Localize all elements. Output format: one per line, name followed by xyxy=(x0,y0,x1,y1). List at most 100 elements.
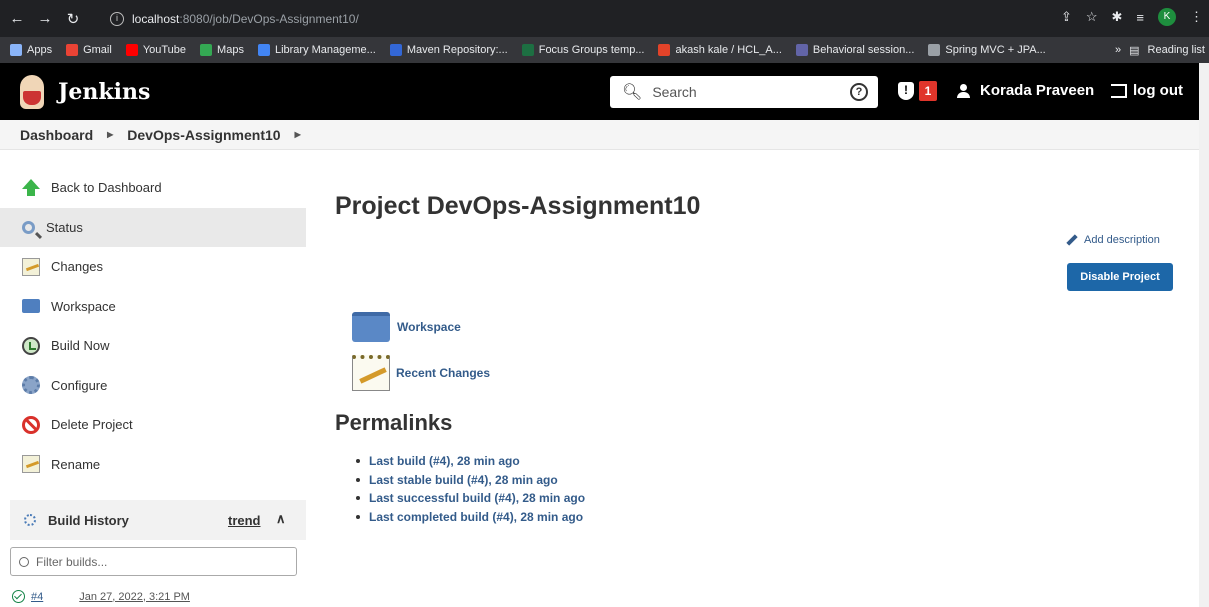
bullet-icon xyxy=(356,514,360,519)
build-history-title: Build History xyxy=(48,512,129,528)
sidebar-item-label: Back to Dashboard xyxy=(51,180,162,196)
bookmark-label: YouTube xyxy=(142,44,187,56)
logout-label[interactable]: log out xyxy=(1133,82,1183,99)
sidebar-item-configure[interactable]: Configure xyxy=(0,366,306,406)
help-icon[interactable]: ? xyxy=(850,83,868,101)
bookmark-label: Spring MVC + JPA... xyxy=(945,44,1046,56)
permalink-item[interactable]: Last build (#4), 28 min ago xyxy=(356,452,585,471)
trend-link[interactable]: trend xyxy=(228,513,261,528)
permalink-item[interactable]: Last completed build (#4), 28 min ago xyxy=(356,508,585,527)
app-title[interactable]: Jenkins xyxy=(58,79,150,105)
bookmark-label: Maven Repository:... xyxy=(406,44,508,56)
notepad-icon xyxy=(22,455,40,474)
breadcrumb-dropdown-icon[interactable]: ▶ xyxy=(295,130,301,139)
sidebar-item-label: Status xyxy=(46,219,83,235)
security-count-badge[interactable]: 1 xyxy=(919,81,937,101)
workspace-link[interactable]: Workspace xyxy=(352,312,461,342)
user-name[interactable]: Korada Praveen xyxy=(980,82,1094,99)
collapse-caret-icon[interactable]: ∧ xyxy=(276,511,286,527)
reading-list-icon: ▤ xyxy=(1129,44,1140,57)
extensions-puzzle-icon[interactable]: ✱ xyxy=(1112,9,1123,25)
bookmark-item[interactable]: Behavioral session... xyxy=(795,44,914,56)
filter-builds-input[interactable]: Filter builds... xyxy=(10,547,297,576)
build-history-header: Build History trend ∧ xyxy=(10,500,306,540)
add-description-link[interactable]: Add description xyxy=(1066,234,1160,246)
bookmark-item[interactable]: akash kale / HCL_A... xyxy=(658,44,782,56)
reading-mode-icon[interactable]: ≡ xyxy=(1136,10,1144,25)
sidebar-item-label: Build Now xyxy=(51,338,110,354)
bullet-icon xyxy=(356,459,360,464)
address-bar[interactable]: i localhost:8080/job/DevOps-Assignment10… xyxy=(110,6,1070,32)
sidebar-item-delete-project[interactable]: Delete Project xyxy=(0,405,306,445)
site-info-icon[interactable]: i xyxy=(110,12,124,26)
sidebar: Back to Dashboard Status Changes Workspa… xyxy=(0,168,306,484)
bookmark-label: akash kale / HCL_A... xyxy=(675,44,782,56)
search-box[interactable]: 🔍︎ Search ? xyxy=(610,76,878,108)
folder-icon xyxy=(22,299,40,314)
chrome-menu-icon[interactable]: ⋮ xyxy=(1190,9,1203,25)
disable-project-button[interactable]: Disable Project xyxy=(1067,263,1173,291)
permalinks-list: Last build (#4), 28 min ago Last stable … xyxy=(356,452,585,526)
build-row[interactable]: #4 Jan 27, 2022, 3:21 PM xyxy=(12,590,190,603)
permalink-link[interactable]: Last stable build (#4), 28 min ago xyxy=(369,473,558,487)
url-path: :8080/job/DevOps-Assignment10/ xyxy=(179,12,359,26)
sidebar-item-label: Delete Project xyxy=(51,417,133,433)
bookmark-item[interactable]: Gmail xyxy=(66,44,112,56)
sidebar-item-rename[interactable]: Rename xyxy=(0,445,306,485)
build-history-icon xyxy=(24,514,36,526)
bookmark-favicon-icon xyxy=(389,44,402,56)
user-menu[interactable]: Korada Praveen xyxy=(956,82,1094,99)
breadcrumb-separator-icon[interactable]: ▶ xyxy=(107,130,113,139)
page-scrollbar[interactable] xyxy=(1199,63,1209,607)
bookmark-item[interactable]: Apps xyxy=(10,44,52,56)
bookmark-favicon-icon xyxy=(658,44,671,56)
profile-avatar[interactable]: K xyxy=(1158,8,1176,26)
bookmark-star-icon[interactable]: ☆ xyxy=(1086,9,1098,25)
permalinks-heading: Permalinks xyxy=(335,410,453,435)
bookmark-item[interactable]: Focus Groups temp... xyxy=(521,44,644,56)
sidebar-item-build-now[interactable]: Build Now xyxy=(0,326,306,366)
ban-icon xyxy=(22,415,40,434)
breadcrumb: Dashboard ▶ DevOps-Assignment10 ▶ xyxy=(0,120,1209,150)
bookmarks-overflow-button[interactable]: » xyxy=(1115,44,1121,56)
reading-list-button[interactable]: Reading list xyxy=(1148,44,1205,56)
add-description-label[interactable]: Add description xyxy=(1084,234,1160,246)
jenkins-logo-icon[interactable] xyxy=(20,74,44,109)
workspace-link-label[interactable]: Workspace xyxy=(397,320,461,334)
logout-link[interactable]: log out xyxy=(1111,82,1183,99)
bookmark-item[interactable]: Library Manageme... xyxy=(257,44,376,56)
build-date-link[interactable]: Jan 27, 2022, 3:21 PM xyxy=(79,591,190,603)
permalink-link[interactable]: Last successful build (#4), 28 min ago xyxy=(369,491,585,505)
sidebar-item-back-to-dashboard[interactable]: Back to Dashboard xyxy=(0,168,306,208)
forward-arrow-icon[interactable]: → xyxy=(34,10,56,27)
build-number-link[interactable]: #4 xyxy=(31,591,43,603)
search-icon: 🔍︎ xyxy=(622,84,643,101)
browser-actions: ⇪ ☆ ✱ ≡ K ⋮ xyxy=(1061,8,1203,26)
breadcrumb-job[interactable]: DevOps-Assignment10 xyxy=(127,127,280,143)
breadcrumb-dashboard[interactable]: Dashboard xyxy=(20,127,93,143)
permalink-link[interactable]: Last completed build (#4), 28 min ago xyxy=(369,510,583,524)
sidebar-item-workspace[interactable]: Workspace xyxy=(0,287,306,327)
bookmark-label: Maps xyxy=(217,44,244,56)
bullet-icon xyxy=(356,496,360,501)
recent-changes-link[interactable]: Recent Changes xyxy=(352,355,490,391)
back-arrow-icon[interactable]: ← xyxy=(6,10,28,27)
bookmark-favicon-icon xyxy=(521,44,534,56)
sidebar-item-changes[interactable]: Changes xyxy=(0,247,306,287)
bookmark-item[interactable]: Spring MVC + JPA... xyxy=(928,44,1046,56)
search-input[interactable]: Search xyxy=(652,84,696,100)
bookmark-item[interactable]: Maps xyxy=(200,44,244,56)
user-icon xyxy=(956,83,970,98)
bookmark-item[interactable]: Maven Repository:... xyxy=(389,44,508,56)
recent-changes-link-label[interactable]: Recent Changes xyxy=(396,366,490,380)
share-icon[interactable]: ⇪ xyxy=(1061,9,1072,25)
permalink-item[interactable]: Last stable build (#4), 28 min ago xyxy=(356,471,585,490)
security-shield-icon[interactable]: ! xyxy=(898,82,914,100)
permalink-item[interactable]: Last successful build (#4), 28 min ago xyxy=(356,489,585,508)
sidebar-item-status[interactable]: Status xyxy=(0,207,306,247)
reload-icon[interactable]: ↻ xyxy=(62,10,84,28)
bookmark-item[interactable]: YouTube xyxy=(125,44,187,56)
url-host: localhost xyxy=(132,12,180,26)
permalink-link[interactable]: Last build (#4), 28 min ago xyxy=(369,454,520,468)
pencil-icon xyxy=(1066,234,1078,246)
